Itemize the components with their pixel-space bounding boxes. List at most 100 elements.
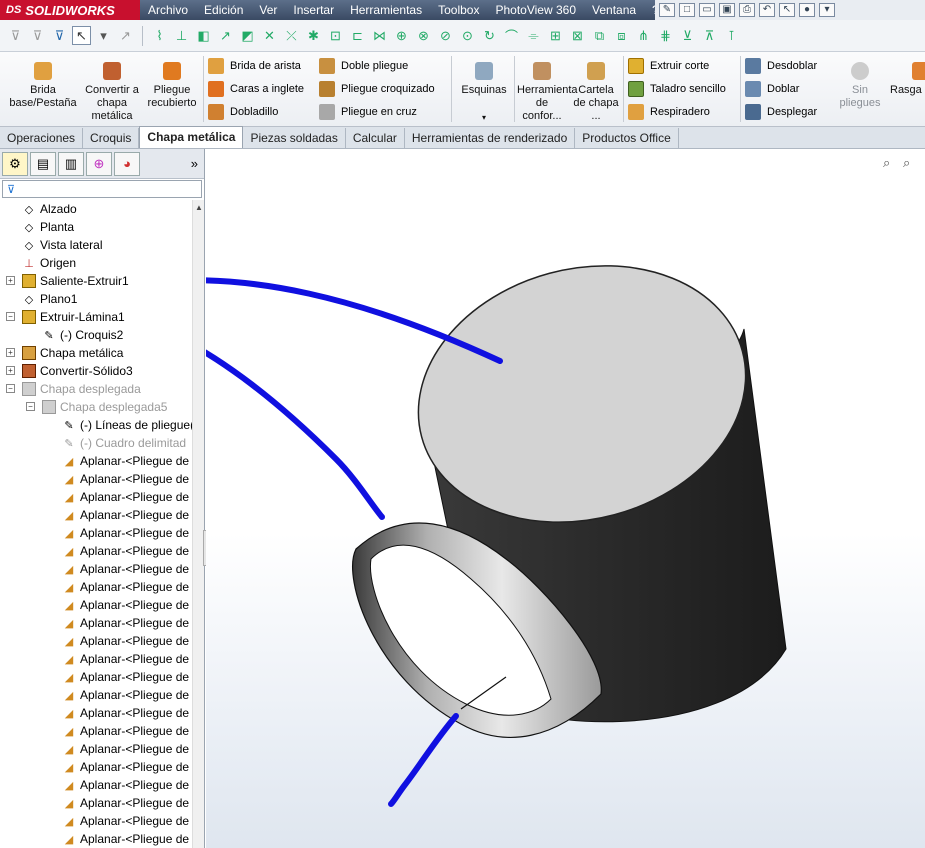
display-manager-icon[interactable]: ◕ xyxy=(114,151,140,176)
tree-node-aplanar[interactable]: ◢ Aplanar-<Pliegue de xyxy=(62,812,189,830)
tab-herramientas-renderizado[interactable]: Herramientas de renderizado xyxy=(405,128,576,148)
filter-sketch-icon[interactable]: ⤫ xyxy=(282,26,301,45)
filter-gtol-icon[interactable]: ⊘ xyxy=(436,26,455,45)
filter-dims-icon[interactable]: ⊡ xyxy=(326,26,345,45)
tree-node-aplanar[interactable]: ◢ Aplanar-<Pliegue de xyxy=(62,470,189,488)
filter-points-icon[interactable]: ✕ xyxy=(260,26,279,45)
tree-node-aplanar[interactable]: ◢ Aplanar-<Pliegue de xyxy=(62,794,189,812)
filter-balloon-icon[interactable]: ⊙ xyxy=(458,26,477,45)
tree-node-aplanar[interactable]: ◢ Aplanar-<Pliegue de xyxy=(62,668,189,686)
doblar-button[interactable]: Doblar xyxy=(745,81,799,97)
filter-planes-icon[interactable]: ◩ xyxy=(238,26,257,45)
brida-base-button[interactable]: Brida base/Pestaña xyxy=(6,62,80,110)
taladro-sencillo-button[interactable]: Taladro sencillo xyxy=(628,81,726,97)
tab-productos-office[interactable]: Productos Office xyxy=(575,128,679,148)
expand-toggle-icon[interactable]: + xyxy=(6,276,15,285)
desdoblar-button[interactable]: Desdoblar xyxy=(745,58,817,74)
expand-toggle-icon[interactable]: + xyxy=(6,366,15,375)
filter-cosmetic-icon[interactable]: ⊕ xyxy=(392,26,411,45)
pane-expand-icon[interactable]: » xyxy=(191,156,198,171)
menu-ver[interactable]: Ver xyxy=(251,0,285,20)
menu-archivo[interactable]: Archivo xyxy=(140,0,196,20)
filter-mark-icon[interactable]: ⊻ xyxy=(678,26,697,45)
cartela-button[interactable]: Cartela de chapa ... xyxy=(571,62,621,123)
solidworks-logo[interactable]: DS SOLIDWORKS xyxy=(0,0,140,20)
select-arrow-icon[interactable]: ↖ xyxy=(72,26,91,45)
tree-node-aplanar[interactable]: ◢ Aplanar-<Pliegue de xyxy=(62,722,189,740)
tree-node-planta[interactable]: ◇ Planta xyxy=(22,218,74,236)
collapse-toggle-icon[interactable]: − xyxy=(26,402,35,411)
menu-photoview[interactable]: PhotoView 360 xyxy=(487,0,584,20)
tree-node-saliente-extruir1[interactable]: Saliente-Extruir1 xyxy=(22,272,129,290)
print-icon[interactable]: ⎙ xyxy=(739,3,755,17)
doble-pliegue-button[interactable]: Doble pliegue xyxy=(319,58,408,74)
pin-icon[interactable]: ✎ xyxy=(659,3,675,17)
tree-node-aplanar[interactable]: ◢ Aplanar-<Pliegue de xyxy=(62,758,189,776)
filter-hole-icon[interactable]: ⌒ xyxy=(502,26,521,45)
tree-node-aplanar[interactable]: ◢ Aplanar-<Pliegue de xyxy=(62,686,189,704)
filter-center-icon[interactable]: ⊞ xyxy=(546,26,565,45)
esquinas-button[interactable]: Esquinas ▾ xyxy=(456,62,512,124)
menu-insertar[interactable]: Insertar xyxy=(285,0,342,20)
tree-node-aplanar[interactable]: ◢ Aplanar-<Pliegue de xyxy=(62,560,189,578)
desplegar-button[interactable]: Desplegar xyxy=(745,104,817,120)
tree-node-vista-lateral[interactable]: ◇ Vista lateral xyxy=(22,236,103,254)
pointer-icon[interactable]: ↗ xyxy=(116,26,135,45)
filter-weld-icon[interactable]: ⋈ xyxy=(370,26,389,45)
scroll-up-icon[interactable]: ▲ xyxy=(195,203,203,212)
filter-icon[interactable]: ⊽ xyxy=(6,26,25,45)
menu-edicion[interactable]: Edición xyxy=(196,0,251,20)
filter-clear-icon[interactable]: ⊽ xyxy=(28,26,47,45)
filter-notes-icon[interactable]: ⊏ xyxy=(348,26,367,45)
filter-midpoint-icon[interactable]: ⌯ xyxy=(524,26,543,45)
tree-node-aplanar[interactable]: ◢ Aplanar-<Pliegue de xyxy=(62,614,189,632)
caras-inglete-button[interactable]: Caras a inglete xyxy=(208,81,304,97)
pliegue-cruz-button[interactable]: Pliegue en cruz xyxy=(319,104,417,120)
tree-node-lineas-pliegue[interactable]: ✎ (-) Líneas de pliegue( xyxy=(62,416,193,434)
tree-node-aplanar[interactable]: ◢ Aplanar-<Pliegue de xyxy=(62,632,189,650)
dropdown-icon[interactable]: ▾ xyxy=(94,26,113,45)
tree-node-aplanar[interactable]: ◢ Aplanar-<Pliegue de xyxy=(62,524,189,542)
new-document-icon[interactable]: □ xyxy=(679,3,695,17)
tree-node-aplanar[interactable]: ◢ Aplanar-<Pliegue de xyxy=(62,596,189,614)
tree-scrollbar[interactable]: ▲ xyxy=(192,200,204,848)
tree-node-plano1[interactable]: ◇ Plano1 xyxy=(22,290,78,308)
tab-calcular[interactable]: Calcular xyxy=(346,128,405,148)
select-pointer-icon[interactable]: ↖ xyxy=(779,3,795,17)
property-manager-icon[interactable]: ▤ xyxy=(30,151,56,176)
tree-node-origen[interactable]: ⊥ Origen xyxy=(22,254,76,272)
brida-arista-button[interactable]: Brida de arista xyxy=(208,58,301,74)
filter-surface-body-icon[interactable]: ⧉ xyxy=(590,26,609,45)
tab-chapa-metalica[interactable]: Chapa metálica xyxy=(139,126,244,148)
menu-toolbox[interactable]: Toolbox xyxy=(430,0,487,20)
esquinas-dropdown-icon[interactable]: ▾ xyxy=(456,111,512,124)
tree-filter-input[interactable]: ⊽ xyxy=(2,180,202,198)
tree-node-aplanar[interactable]: ◢ Aplanar-<Pliegue de xyxy=(62,452,189,470)
collapse-toggle-icon[interactable]: − xyxy=(6,384,15,393)
sin-pliegues-button[interactable]: Sin pliegues xyxy=(832,62,888,110)
options-icon[interactable]: ▾ xyxy=(819,3,835,17)
rebuild-icon[interactable]: ● xyxy=(799,3,815,17)
tab-croquis[interactable]: Croquis xyxy=(83,128,140,148)
menu-herramientas[interactable]: Herramientas xyxy=(342,0,430,20)
tree-node-aplanar[interactable]: ◢ Aplanar-<Pliegue de xyxy=(62,830,189,848)
convertir-chapa-button[interactable]: Convertir a chapa metálica xyxy=(84,62,140,123)
feature-manager-icon[interactable]: ⚙ xyxy=(2,151,28,176)
tree-node-extruir-lamina1[interactable]: Extruir-Lámina1 xyxy=(22,308,125,326)
tree-node-chapa-desplegada5[interactable]: Chapa desplegada5 xyxy=(42,398,167,416)
filter-datum-icon[interactable]: ⊗ xyxy=(414,26,433,45)
graphics-area[interactable]: ⌕ ⌕ xyxy=(206,149,925,848)
filter-axes-icon[interactable]: ↗ xyxy=(216,26,235,45)
save-icon[interactable]: ▣ xyxy=(719,3,735,17)
tree-node-aplanar[interactable]: ◢ Aplanar-<Pliegue de xyxy=(62,578,189,596)
extruir-corte-button[interactable]: Extruir corte xyxy=(628,58,709,74)
tree-node-chapa-metalica[interactable]: Chapa metálica xyxy=(22,344,123,362)
filter-edges-icon[interactable]: ⊥ xyxy=(172,26,191,45)
dobladillo-button[interactable]: Dobladillo xyxy=(208,104,278,120)
tree-node-aplanar[interactable]: ◢ Aplanar-<Pliegue de xyxy=(62,776,189,794)
pliegue-croquizado-button[interactable]: Pliegue croquizado xyxy=(319,81,435,97)
tree-node-convertir-solido3[interactable]: Convertir-Sólido3 xyxy=(22,362,133,380)
collapse-toggle-icon[interactable]: − xyxy=(6,312,15,321)
tree-node-aplanar[interactable]: ◢ Aplanar-<Pliegue de xyxy=(62,488,189,506)
tree-node-aplanar[interactable]: ◢ Aplanar-<Pliegue de xyxy=(62,542,189,560)
